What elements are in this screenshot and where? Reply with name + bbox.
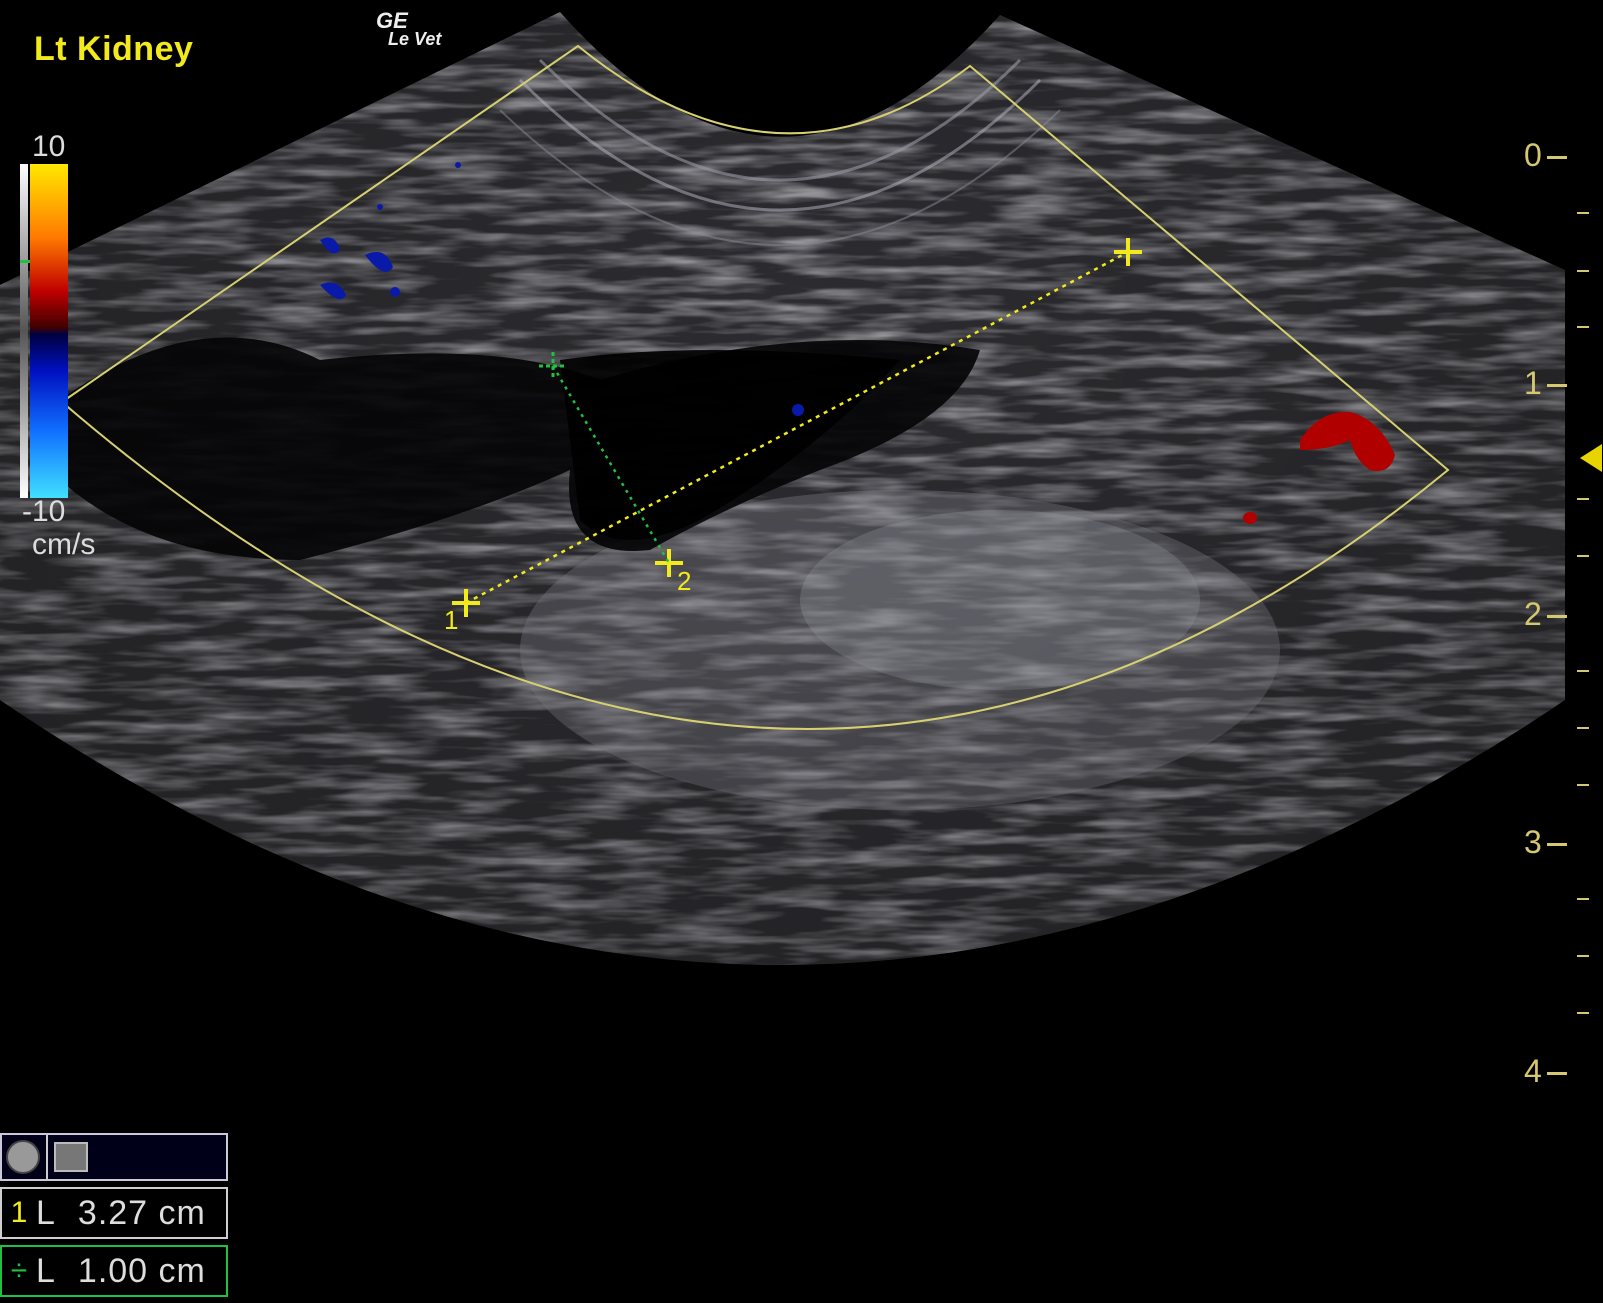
- measurement-row-2[interactable]: ÷ L 1.00 cm: [0, 1245, 228, 1297]
- depth-minor-tick: [1577, 898, 1589, 900]
- depth-tick: [1547, 156, 1567, 159]
- depth-label-1: 1: [1524, 365, 1542, 401]
- depth-minor-tick: [1577, 1012, 1589, 1014]
- measurement-panel: 1 L 3.27 cm ÷ L 1.00 cm: [0, 1133, 228, 1303]
- depth-minor-tick: [1577, 326, 1589, 328]
- colorbar-max-label: 10: [32, 130, 66, 163]
- depth-minor-tick: [1577, 555, 1589, 557]
- focus-marker-icon: [1580, 444, 1602, 472]
- colorbar-min-label: -10: [22, 495, 66, 528]
- depth-label-2: 2: [1524, 596, 1542, 632]
- measurement-index: 1: [10, 1196, 28, 1229]
- depth-tick: [1547, 384, 1567, 387]
- depth-minor-tick: [1577, 955, 1589, 957]
- caliper-label-2: 2: [677, 566, 692, 596]
- measurement-toolbar: [0, 1133, 228, 1181]
- page-title: Lt Kidney: [34, 30, 194, 68]
- depth-tick: [1547, 615, 1567, 618]
- brand-line2: Le Vet: [388, 29, 442, 49]
- ultrasound-image: [0, 12, 1565, 965]
- measurement-label: L: [36, 1193, 56, 1232]
- brand-logo: GE Le Vet: [376, 10, 442, 49]
- caliper-label-1: 1: [444, 605, 459, 635]
- measurement-index-icon: ÷: [10, 1254, 28, 1287]
- measurement-value: 1.00 cm: [77, 1251, 206, 1290]
- depth-minor-tick: [1577, 270, 1589, 272]
- depth-tick: [1547, 843, 1567, 846]
- measurement-row-1[interactable]: 1 L 3.27 cm: [0, 1187, 228, 1239]
- doppler-colorbar: [20, 164, 68, 498]
- measurement-label: L: [36, 1251, 56, 1290]
- depth-label-0: 0: [1524, 137, 1542, 173]
- colorbar-unit-label: cm/s: [32, 528, 96, 561]
- depth-minor-tick: [1577, 784, 1589, 786]
- depth-label-3: 3: [1524, 824, 1542, 860]
- record-icon[interactable]: [6, 1140, 40, 1174]
- capture-icon[interactable]: [54, 1142, 88, 1172]
- depth-label-4: 4: [1524, 1053, 1542, 1089]
- toolbar-divider: [46, 1135, 48, 1179]
- depth-minor-tick: [1577, 498, 1589, 500]
- depth-minor-tick: [1577, 727, 1589, 729]
- depth-tick: [1547, 1072, 1567, 1075]
- depth-minor-tick: [1577, 670, 1589, 672]
- depth-minor-tick: [1577, 212, 1589, 214]
- measurement-value: 3.27 cm: [77, 1193, 206, 1232]
